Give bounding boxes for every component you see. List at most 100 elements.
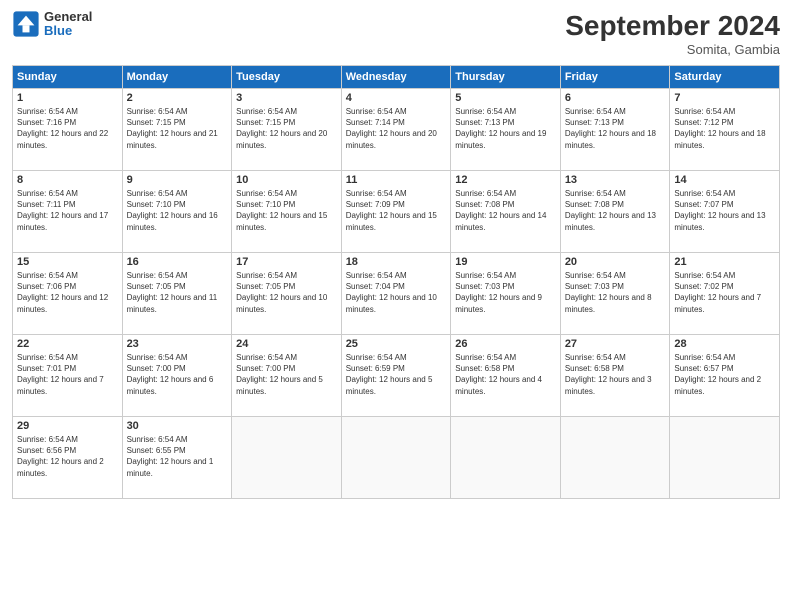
day-info: Sunrise: 6:54 AM Sunset: 7:07 PM Dayligh… — [674, 188, 775, 233]
day-number: 15 — [17, 256, 118, 268]
day-info: Sunrise: 6:54 AM Sunset: 7:09 PM Dayligh… — [346, 188, 447, 233]
table-row: 4 Sunrise: 6:54 AM Sunset: 7:14 PM Dayli… — [341, 89, 451, 171]
day-number: 28 — [674, 338, 775, 350]
table-row: 15 Sunrise: 6:54 AM Sunset: 7:06 PM Dayl… — [13, 253, 123, 335]
calendar-row: 22 Sunrise: 6:54 AM Sunset: 7:01 PM Dayl… — [13, 335, 780, 417]
day-info: Sunrise: 6:54 AM Sunset: 7:00 PM Dayligh… — [127, 352, 228, 397]
day-info: Sunrise: 6:54 AM Sunset: 7:14 PM Dayligh… — [346, 106, 447, 151]
header-friday: Friday — [560, 66, 670, 89]
day-info: Sunrise: 6:54 AM Sunset: 7:13 PM Dayligh… — [565, 106, 666, 151]
logo-text: General Blue — [44, 10, 92, 39]
logo-general: General — [44, 10, 92, 24]
day-info: Sunrise: 6:54 AM Sunset: 7:02 PM Dayligh… — [674, 270, 775, 315]
header-wednesday: Wednesday — [341, 66, 451, 89]
day-number: 10 — [236, 174, 337, 186]
table-row: 19 Sunrise: 6:54 AM Sunset: 7:03 PM Dayl… — [451, 253, 561, 335]
day-number: 5 — [455, 92, 556, 104]
day-number: 27 — [565, 338, 666, 350]
header-thursday: Thursday — [451, 66, 561, 89]
day-info: Sunrise: 6:54 AM Sunset: 7:01 PM Dayligh… — [17, 352, 118, 397]
table-row: 17 Sunrise: 6:54 AM Sunset: 7:05 PM Dayl… — [232, 253, 342, 335]
day-info: Sunrise: 6:54 AM Sunset: 7:10 PM Dayligh… — [127, 188, 228, 233]
logo: General Blue — [12, 10, 92, 39]
day-number: 22 — [17, 338, 118, 350]
day-info: Sunrise: 6:54 AM Sunset: 6:57 PM Dayligh… — [674, 352, 775, 397]
table-row: 3 Sunrise: 6:54 AM Sunset: 7:15 PM Dayli… — [232, 89, 342, 171]
table-row — [451, 417, 561, 499]
table-row: 25 Sunrise: 6:54 AM Sunset: 6:59 PM Dayl… — [341, 335, 451, 417]
calendar-container: General Blue September 2024 Somita, Gamb… — [0, 0, 792, 612]
day-number: 18 — [346, 256, 447, 268]
logo-icon — [12, 10, 40, 38]
table-row: 6 Sunrise: 6:54 AM Sunset: 7:13 PM Dayli… — [560, 89, 670, 171]
day-number: 8 — [17, 174, 118, 186]
table-row — [670, 417, 780, 499]
table-row: 14 Sunrise: 6:54 AM Sunset: 7:07 PM Dayl… — [670, 171, 780, 253]
table-row — [232, 417, 342, 499]
title-block: September 2024 Somita, Gambia — [565, 10, 780, 57]
day-info: Sunrise: 6:54 AM Sunset: 7:16 PM Dayligh… — [17, 106, 118, 151]
month-title: September 2024 — [565, 10, 780, 42]
day-info: Sunrise: 6:54 AM Sunset: 7:08 PM Dayligh… — [565, 188, 666, 233]
table-row — [560, 417, 670, 499]
table-row: 9 Sunrise: 6:54 AM Sunset: 7:10 PM Dayli… — [122, 171, 232, 253]
day-number: 30 — [127, 420, 228, 432]
header: General Blue September 2024 Somita, Gamb… — [12, 10, 780, 57]
table-row: 26 Sunrise: 6:54 AM Sunset: 6:58 PM Dayl… — [451, 335, 561, 417]
day-info: Sunrise: 6:54 AM Sunset: 7:05 PM Dayligh… — [127, 270, 228, 315]
calendar-row: 1 Sunrise: 6:54 AM Sunset: 7:16 PM Dayli… — [13, 89, 780, 171]
calendar-row: 15 Sunrise: 6:54 AM Sunset: 7:06 PM Dayl… — [13, 253, 780, 335]
day-info: Sunrise: 6:54 AM Sunset: 7:03 PM Dayligh… — [455, 270, 556, 315]
day-number: 24 — [236, 338, 337, 350]
header-monday: Monday — [122, 66, 232, 89]
table-row: 16 Sunrise: 6:54 AM Sunset: 7:05 PM Dayl… — [122, 253, 232, 335]
day-number: 25 — [346, 338, 447, 350]
table-row: 21 Sunrise: 6:54 AM Sunset: 7:02 PM Dayl… — [670, 253, 780, 335]
day-number: 12 — [455, 174, 556, 186]
header-saturday: Saturday — [670, 66, 780, 89]
table-row: 24 Sunrise: 6:54 AM Sunset: 7:00 PM Dayl… — [232, 335, 342, 417]
table-row: 18 Sunrise: 6:54 AM Sunset: 7:04 PM Dayl… — [341, 253, 451, 335]
day-number: 13 — [565, 174, 666, 186]
day-info: Sunrise: 6:54 AM Sunset: 7:11 PM Dayligh… — [17, 188, 118, 233]
table-row: 28 Sunrise: 6:54 AM Sunset: 6:57 PM Dayl… — [670, 335, 780, 417]
day-info: Sunrise: 6:54 AM Sunset: 7:15 PM Dayligh… — [127, 106, 228, 151]
header-sunday: Sunday — [13, 66, 123, 89]
table-row: 7 Sunrise: 6:54 AM Sunset: 7:12 PM Dayli… — [670, 89, 780, 171]
day-number: 21 — [674, 256, 775, 268]
day-info: Sunrise: 6:54 AM Sunset: 7:03 PM Dayligh… — [565, 270, 666, 315]
day-number: 2 — [127, 92, 228, 104]
day-number: 26 — [455, 338, 556, 350]
day-number: 3 — [236, 92, 337, 104]
table-row: 27 Sunrise: 6:54 AM Sunset: 6:58 PM Dayl… — [560, 335, 670, 417]
day-number: 17 — [236, 256, 337, 268]
day-number: 16 — [127, 256, 228, 268]
day-number: 11 — [346, 174, 447, 186]
table-row: 13 Sunrise: 6:54 AM Sunset: 7:08 PM Dayl… — [560, 171, 670, 253]
calendar-row: 29 Sunrise: 6:54 AM Sunset: 6:56 PM Dayl… — [13, 417, 780, 499]
day-number: 1 — [17, 92, 118, 104]
calendar-table: Sunday Monday Tuesday Wednesday Thursday… — [12, 65, 780, 499]
day-number: 7 — [674, 92, 775, 104]
day-info: Sunrise: 6:54 AM Sunset: 6:56 PM Dayligh… — [17, 434, 118, 479]
day-number: 14 — [674, 174, 775, 186]
day-info: Sunrise: 6:54 AM Sunset: 7:13 PM Dayligh… — [455, 106, 556, 151]
day-info: Sunrise: 6:54 AM Sunset: 6:59 PM Dayligh… — [346, 352, 447, 397]
day-info: Sunrise: 6:54 AM Sunset: 7:15 PM Dayligh… — [236, 106, 337, 151]
day-info: Sunrise: 6:54 AM Sunset: 6:58 PM Dayligh… — [565, 352, 666, 397]
day-number: 19 — [455, 256, 556, 268]
table-row: 22 Sunrise: 6:54 AM Sunset: 7:01 PM Dayl… — [13, 335, 123, 417]
weekday-header-row: Sunday Monday Tuesday Wednesday Thursday… — [13, 66, 780, 89]
table-row: 29 Sunrise: 6:54 AM Sunset: 6:56 PM Dayl… — [13, 417, 123, 499]
day-info: Sunrise: 6:54 AM Sunset: 7:06 PM Dayligh… — [17, 270, 118, 315]
day-number: 6 — [565, 92, 666, 104]
table-row: 20 Sunrise: 6:54 AM Sunset: 7:03 PM Dayl… — [560, 253, 670, 335]
table-row: 10 Sunrise: 6:54 AM Sunset: 7:10 PM Dayl… — [232, 171, 342, 253]
table-row: 2 Sunrise: 6:54 AM Sunset: 7:15 PM Dayli… — [122, 89, 232, 171]
day-number: 20 — [565, 256, 666, 268]
day-info: Sunrise: 6:54 AM Sunset: 7:10 PM Dayligh… — [236, 188, 337, 233]
day-info: Sunrise: 6:54 AM Sunset: 7:12 PM Dayligh… — [674, 106, 775, 151]
table-row: 1 Sunrise: 6:54 AM Sunset: 7:16 PM Dayli… — [13, 89, 123, 171]
table-row: 8 Sunrise: 6:54 AM Sunset: 7:11 PM Dayli… — [13, 171, 123, 253]
table-row: 30 Sunrise: 6:54 AM Sunset: 6:55 PM Dayl… — [122, 417, 232, 499]
